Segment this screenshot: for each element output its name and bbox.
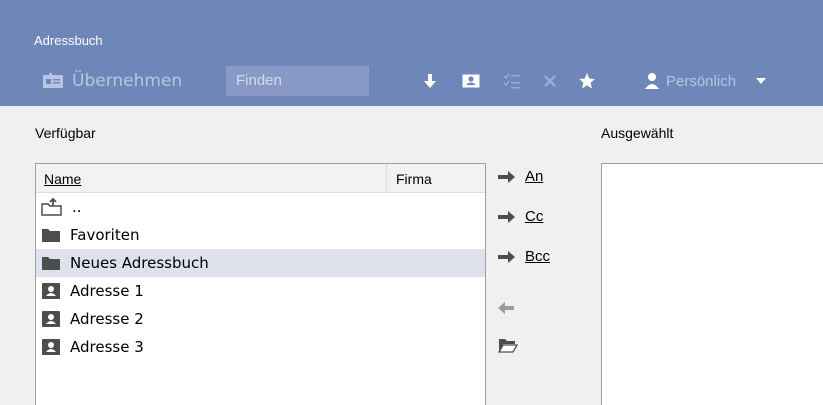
selected-label: Ausgewählt [601, 125, 674, 141]
list-item-label: Adresse 1 [70, 282, 144, 300]
add-to-label: An [525, 168, 544, 185]
open-folder-button[interactable] [498, 337, 527, 353]
list-item[interactable]: .. [36, 193, 485, 221]
available-list[interactable]: Name Firma .. Favoriten Neues Adressbuch… [35, 163, 486, 405]
chevron-down-icon [756, 78, 767, 84]
add-bcc-button[interactable]: Bcc [498, 248, 550, 265]
contact-card-icon[interactable] [459, 69, 483, 93]
add-bcc-label: Bcc [525, 248, 551, 265]
list-item-label: Favoriten [70, 226, 140, 244]
header-bar: Adressbuch Übernehmen Finden Persönlich [0, 0, 823, 106]
arrow-left-icon [498, 302, 514, 314]
list-header: Name Firma [36, 164, 485, 193]
column-company[interactable]: Firma [387, 164, 432, 192]
add-cc-label: Cc [525, 208, 544, 225]
list-item-label: .. [72, 198, 82, 216]
add-cc-button[interactable]: Cc [498, 208, 543, 225]
address-book-select[interactable]: Persönlich [644, 67, 812, 95]
folder-icon [42, 229, 60, 242]
address-book-select-value: Persönlich [666, 72, 737, 90]
arrow-right-icon [498, 250, 515, 263]
folder-icon [42, 257, 60, 270]
list-item[interactable]: Adresse 3 [36, 333, 485, 361]
arrow-right-icon [498, 170, 515, 183]
contact-icon [42, 283, 60, 299]
contact-icon [42, 311, 60, 327]
close-icon [538, 69, 562, 93]
list-item-label: Adresse 3 [70, 338, 144, 356]
accept-button[interactable]: Übernehmen [42, 67, 182, 95]
column-name[interactable]: Name [36, 164, 387, 192]
person-icon [645, 73, 659, 89]
remove-button [498, 302, 523, 314]
window-title: Adressbuch [34, 33, 103, 48]
parent-folder-icon [41, 198, 62, 216]
accept-label: Übernehmen [72, 71, 183, 91]
available-label: Verfügbar [35, 125, 96, 141]
list-item[interactable]: Adresse 1 [36, 277, 485, 305]
accept-icon [43, 73, 63, 88]
add-to-button[interactable]: An [498, 168, 543, 185]
arrow-right-icon [498, 210, 515, 223]
list-item-label: Neues Adressbuch [70, 254, 209, 272]
checklist-icon [500, 69, 524, 93]
star-icon[interactable] [575, 69, 599, 93]
list-item[interactable]: Favoriten [36, 221, 485, 249]
list-item-label: Adresse 2 [70, 310, 144, 328]
find-input[interactable]: Finden [226, 66, 369, 96]
contact-icon [42, 339, 60, 355]
selected-list[interactable] [601, 163, 823, 405]
list-item[interactable]: Adresse 2 [36, 305, 485, 333]
list-item[interactable]: Neues Adressbuch [36, 249, 485, 277]
open-folder-icon [498, 339, 518, 353]
download-icon[interactable] [418, 69, 442, 93]
